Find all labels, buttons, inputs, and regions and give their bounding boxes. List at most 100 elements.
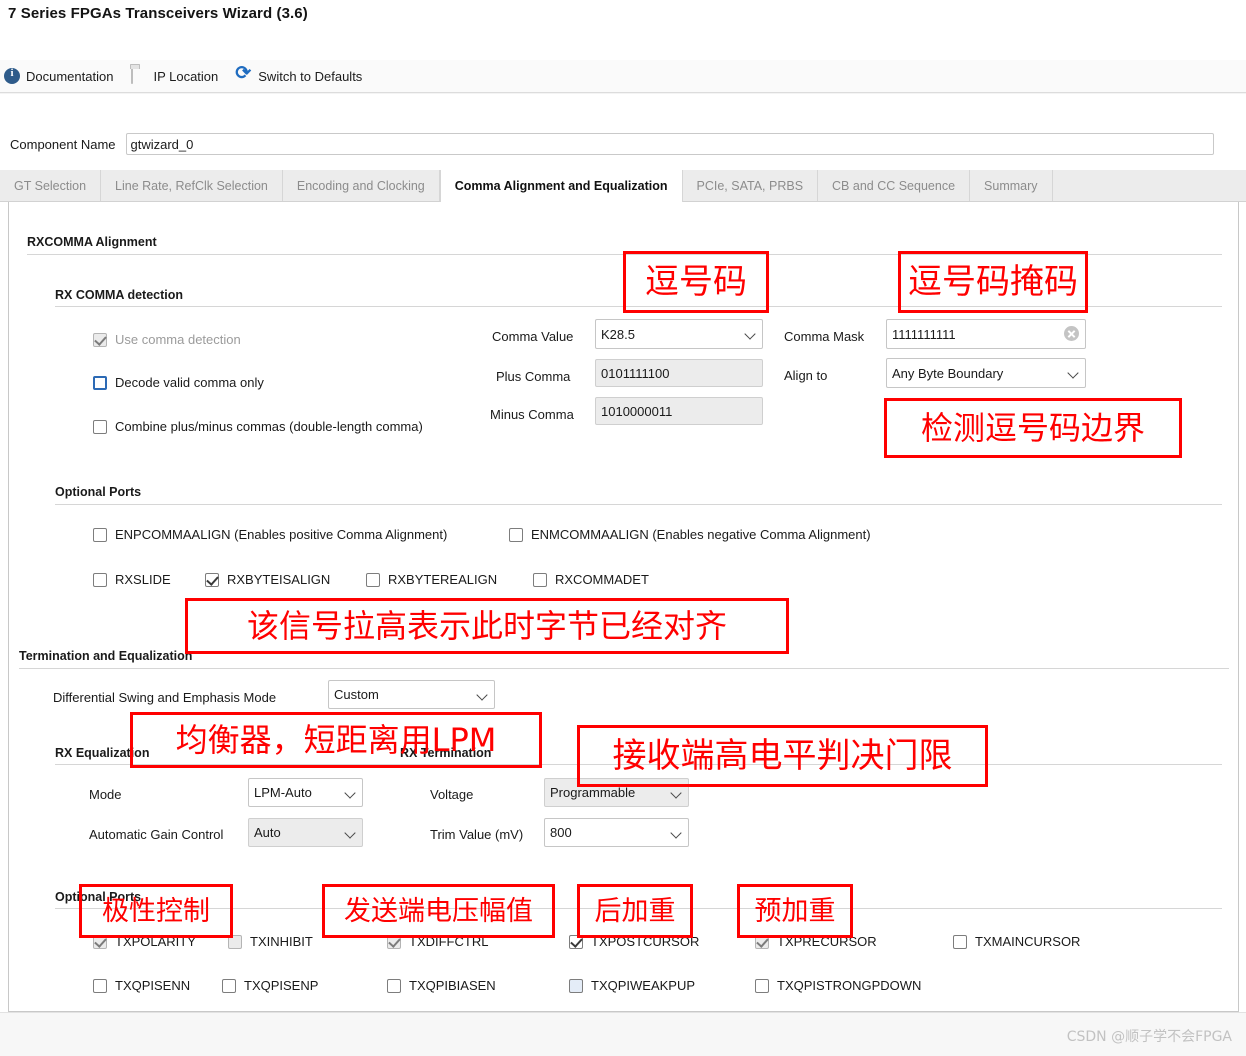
annotation-pre-emphasis: 预加重 — [737, 884, 853, 938]
checkbox-box — [387, 978, 401, 993]
checkbox-rxbyterealign[interactable]: RXBYTEREALIGN — [366, 572, 497, 587]
checkbox-txqpisenn[interactable]: TXQPISENN — [93, 978, 190, 993]
plus-comma-field[interactable]: 0101111100 — [595, 359, 763, 387]
checkbox-box — [569, 978, 583, 993]
ip-location-button[interactable]: IP Location — [131, 67, 218, 84]
tab-line-rate[interactable]: Line Rate, RefClk Selection — [101, 170, 283, 201]
comma-mask-field[interactable]: 1111111111 — [886, 319, 1086, 349]
tab-gt-selection[interactable]: GT Selection — [0, 170, 102, 201]
checkbox-box — [533, 572, 547, 587]
component-name-input[interactable] — [125, 133, 1214, 155]
trim-combo[interactable]: 800 — [544, 818, 689, 847]
agc-label: Automatic Gain Control — [89, 827, 224, 842]
swing-mode-combo[interactable]: Custom — [328, 680, 495, 709]
checkbox-enpcommaalign[interactable]: ENPCOMMAALIGN (Enables positive Comma Al… — [93, 527, 447, 542]
checkbox-box — [366, 572, 380, 587]
tab-summary[interactable]: Summary — [970, 170, 1053, 201]
checkbox-label: TXQPIWEAKPUP — [591, 978, 696, 993]
annotation-comma-code-mask: 逗号码掩码 — [898, 251, 1088, 313]
checkbox-box — [93, 332, 107, 347]
checkbox-label: Decode valid comma only — [115, 375, 264, 390]
checkbox-label: RXBYTEREALIGN — [388, 572, 498, 587]
chevron-down-icon — [345, 827, 357, 839]
chevron-down-icon — [671, 827, 683, 839]
comma-mask-value: 1111111111 — [892, 326, 956, 342]
minus-comma-field[interactable]: 1010000011 — [595, 397, 763, 425]
folder-icon — [131, 67, 147, 84]
tab-cb-cc-sequence[interactable]: CB and CC Sequence — [818, 170, 971, 201]
checkbox-rxbyteisalign[interactable]: RXBYTEISALIGN — [205, 572, 330, 587]
align-to-label: Align to — [784, 368, 828, 383]
clear-icon[interactable] — [1064, 326, 1079, 341]
page-title: 7 Series FPGAs Transceivers Wizard (3.6) — [8, 5, 308, 22]
checkbox-txqpistrongpdown[interactable]: TXQPISTRONGPDOWN — [755, 978, 921, 993]
toolbar-divider-2 — [0, 93, 1246, 94]
checkbox-label: TXQPISENP — [244, 978, 319, 993]
checkbox-label: TXINHIBIT — [250, 934, 313, 949]
tab-comma-alignment[interactable]: Comma Alignment and Equalization — [439, 170, 683, 202]
documentation-button[interactable]: Documentation — [4, 67, 114, 84]
tab-pcie-sata-prbs[interactable]: PCIe, SATA, PRBS — [683, 170, 819, 201]
tab-encoding-clocking[interactable]: Encoding and Clocking — [283, 170, 440, 201]
checkbox-label: TXQPISTRONGPDOWN — [777, 978, 922, 993]
checkbox-decode-valid-comma-only[interactable]: Decode valid comma only — [93, 375, 264, 390]
annotation-detect-boundary: 检测逗号码边界 — [884, 398, 1182, 458]
checkbox-label: TXQPISENN — [115, 978, 191, 993]
chevron-down-icon — [745, 328, 757, 340]
rxcomma-group-title: RXCOMMA Alignment — [27, 235, 157, 249]
checkbox-txqpisenp[interactable]: TXQPISENP — [222, 978, 318, 993]
chevron-down-icon — [477, 689, 489, 701]
tab-bar: GT Selection Line Rate, RefClk Selection… — [0, 170, 1246, 202]
documentation-label: Documentation — [26, 68, 114, 84]
checkbox-label: Combine plus/minus commas (double-length… — [115, 419, 423, 434]
checkbox-label: RXBYTEISALIGN — [227, 572, 331, 587]
comma-mask-label: Comma Mask — [784, 329, 865, 344]
termination-group-rule — [19, 668, 1229, 669]
checkbox-combine-plus-minus-commas[interactable]: Combine plus/minus commas (double-length… — [93, 419, 423, 434]
checkbox-box — [509, 527, 523, 542]
checkbox-rxcommadet[interactable]: RXCOMMADET — [533, 572, 649, 587]
checkbox-txqpiweakpup[interactable]: TXQPIWEAKPUP — [569, 978, 695, 993]
info-icon — [4, 67, 20, 84]
switch-to-defaults-button[interactable]: Switch to Defaults — [235, 62, 362, 85]
checkbox-label: ENPCOMMAALIGN (Enables positive Comma Al… — [115, 527, 448, 542]
minus-comma-value: 1010000011 — [601, 403, 673, 419]
checkbox-box — [93, 978, 107, 993]
swing-mode-label: Differential Swing and Emphasis Mode — [53, 690, 277, 705]
watermark: CSDN @顺子学不会FPGA — [1066, 1029, 1232, 1045]
agc-value: Auto — [254, 825, 281, 840]
agc-combo[interactable]: Auto — [248, 818, 363, 847]
comma-value-text: K28.5 — [601, 326, 635, 342]
checkbox-use-comma-detection[interactable]: Use comma detection — [93, 332, 241, 347]
mode-combo[interactable]: LPM-Auto — [248, 778, 363, 807]
rx-comma-detection-title: RX COMMA detection — [55, 288, 184, 302]
checkbox-enmcommaalign[interactable]: ENMCOMMAALIGN (Enables negative Comma Al… — [509, 527, 871, 542]
checkbox-box — [755, 978, 769, 993]
checkbox-box — [93, 419, 107, 434]
align-to-combo[interactable]: Any Byte Boundary — [886, 358, 1086, 388]
optional-ports-title-upper: Optional Ports — [55, 485, 142, 499]
annotation-polarity-control: 极性控制 — [79, 884, 233, 938]
checkbox-txmaincursor[interactable]: TXMAINCURSOR — [953, 934, 1080, 949]
annotation-post-emphasis: 后加重 — [577, 884, 693, 938]
checkbox-rxslide[interactable]: RXSLIDE — [93, 572, 171, 587]
refresh-icon — [235, 62, 252, 85]
trim-value: 800 — [550, 825, 572, 840]
checkbox-txqpibiasen[interactable]: TXQPIBIASEN — [387, 978, 496, 993]
checkbox-label: Use comma detection — [115, 332, 241, 347]
checkbox-box — [222, 978, 236, 993]
checkbox-label: ENMCOMMAALIGN (Enables negative Comma Al… — [531, 527, 871, 542]
comma-value-label: Comma Value — [492, 329, 574, 344]
checkbox-label: RXCOMMADET — [555, 572, 649, 587]
toolbar: Documentation IP Location Switch to Defa… — [0, 60, 1246, 92]
comma-value-combo[interactable]: K28.5 — [595, 319, 763, 349]
annotation-rx-threshold: 接收端高电平判决门限 — [577, 725, 988, 787]
optional-ports-rule-upper — [55, 504, 1222, 505]
chevron-down-icon — [1068, 367, 1080, 379]
component-name-row: Component Name — [0, 128, 1246, 160]
swing-mode-value: Custom — [334, 687, 379, 702]
checkbox-txinhibit[interactable]: TXINHIBIT — [228, 934, 313, 949]
checkbox-label: TXQPIBIASEN — [409, 978, 496, 993]
minus-comma-label: Minus Comma — [490, 407, 574, 422]
checkbox-label: TXMAINCURSOR — [975, 934, 1081, 949]
